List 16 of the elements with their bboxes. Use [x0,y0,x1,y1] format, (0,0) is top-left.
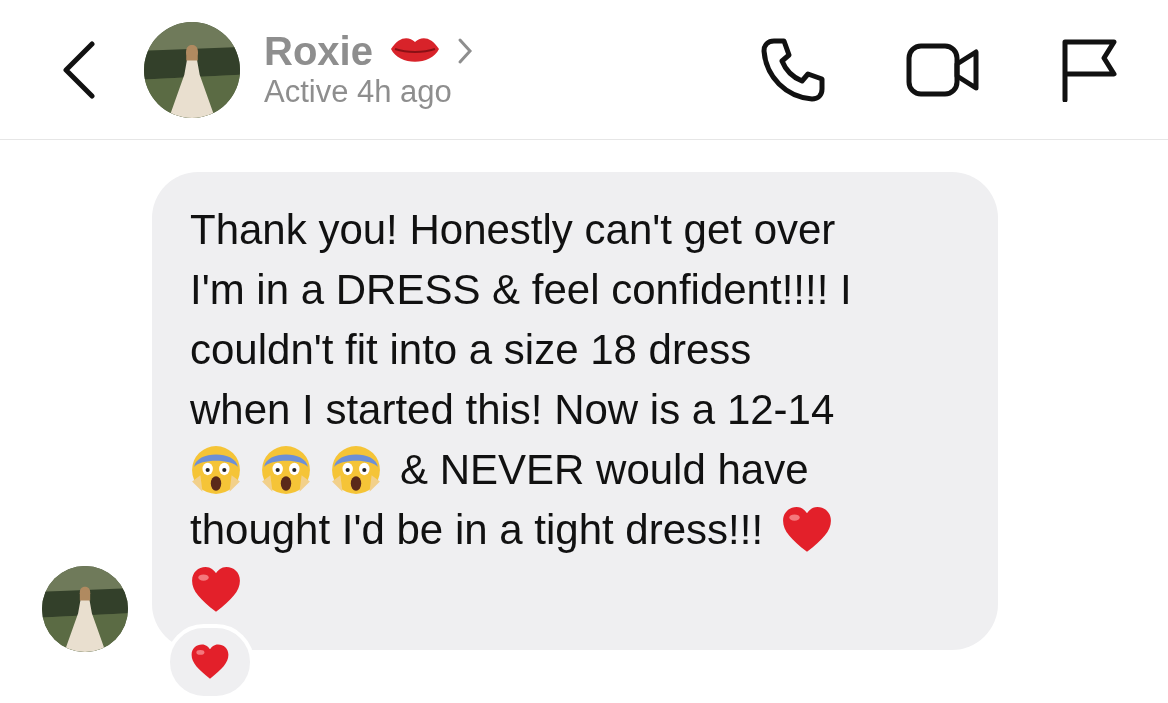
active-status: Active 4h ago [264,72,453,111]
message-text: I'm in a DRESS & feel confident!!!! I [190,265,852,315]
screaming-face-icon [260,444,312,496]
phone-icon[interactable] [760,36,826,103]
message-text: & NEVER would have [400,445,809,495]
screaming-face-icon [330,444,382,496]
chevron-right-icon[interactable] [456,36,473,65]
video-camera-icon[interactable] [906,41,980,98]
back-icon[interactable] [62,40,96,99]
message-text: Thank you! Honestly can't get over [190,205,836,255]
contact-name[interactable]: Roxie [264,28,373,73]
message-text: thought I'd be in a tight dress!!! [190,505,764,555]
screaming-face-icon [190,444,242,496]
flag-icon[interactable] [1060,37,1118,102]
message-text: when I started this! Now is a 12-14 [190,385,835,435]
message-text: couldn't fit into a size 18 dress [190,325,752,375]
